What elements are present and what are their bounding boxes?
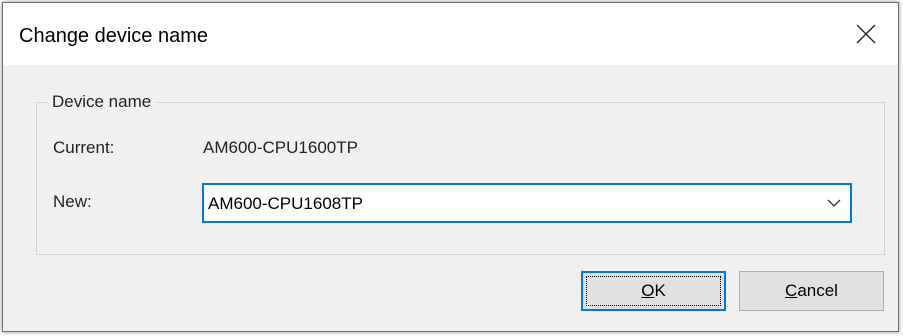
close-icon <box>856 24 876 44</box>
change-device-name-dialog: Change device name Device name Current: … <box>2 2 899 332</box>
device-name-groupbox: Device name Current: AM600-CPU1600TP New… <box>36 92 885 255</box>
title-bar: Change device name <box>3 3 898 65</box>
new-label: New: <box>53 192 92 211</box>
current-device-name: AM600-CPU1600TP <box>203 138 358 157</box>
dialog-body: Device name Current: AM600-CPU1600TP New… <box>3 65 898 331</box>
chevron-down-icon <box>827 199 841 207</box>
focus-rectangle <box>586 276 721 306</box>
cancel-button[interactable]: Cancel <box>739 271 884 311</box>
ok-button[interactable]: OK <box>581 271 726 311</box>
new-device-name-value[interactable]: AM600-CPU1608TP <box>208 194 363 214</box>
dropdown-button[interactable] <box>818 185 850 221</box>
new-device-name-combobox[interactable]: AM600-CPU1608TP <box>202 183 852 223</box>
dialog-title: Change device name <box>19 25 209 47</box>
current-label: Current: <box>53 138 115 157</box>
close-button[interactable] <box>838 3 898 63</box>
groupbox-legend: Device name <box>47 92 157 112</box>
cancel-label-rest: ancel <box>797 281 838 300</box>
cancel-mnemonic: C <box>785 281 798 300</box>
